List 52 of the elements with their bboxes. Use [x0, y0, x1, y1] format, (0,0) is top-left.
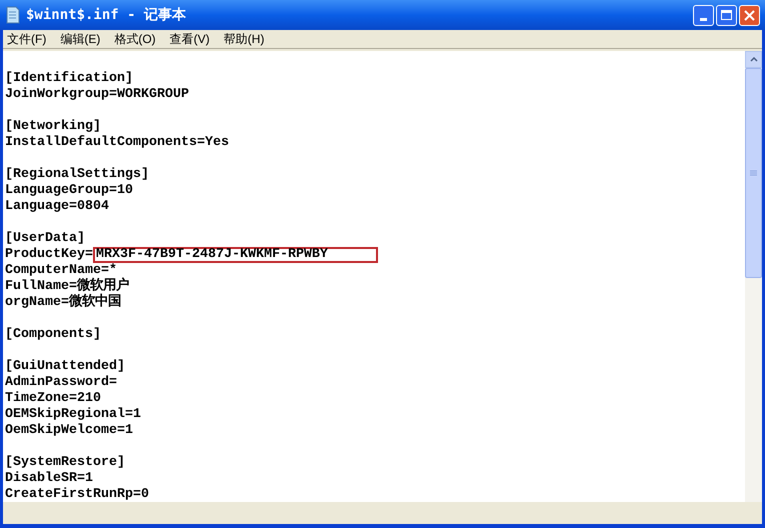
section-header: [GuiUnattended]	[5, 359, 125, 375]
section-header: [Identification]	[5, 71, 133, 87]
setting-key: orgName=	[5, 295, 69, 311]
menu-item[interactable]: 帮助(H)	[224, 30, 264, 48]
setting-value: 210	[76, 391, 101, 407]
setting-value: 1	[124, 423, 133, 439]
setting-key: OEMSkipRegional=	[5, 407, 133, 423]
setting-key: ProductKey=	[5, 247, 93, 263]
setting-value: 1	[84, 471, 93, 487]
setting-value: Yes	[204, 135, 229, 151]
section-header: [RegionalSettings]	[5, 167, 149, 183]
setting-key: DisableSR=	[5, 471, 85, 487]
menu-item[interactable]: 编辑(E)	[60, 30, 100, 48]
section-header: [SystemRestore]	[5, 455, 125, 471]
notepad-icon	[5, 6, 21, 24]
setting-key: Language=	[5, 199, 77, 215]
scroll-up-button[interactable]	[745, 51, 762, 68]
setting-key: AdminPassword=	[5, 375, 117, 391]
setting-value: 微软用户	[76, 279, 129, 294]
vertical-scrollbar[interactable]	[745, 51, 762, 502]
setting-value: 1	[132, 407, 141, 423]
text-area[interactable]	[3, 51, 745, 502]
setting-value: 0	[140, 487, 149, 502]
setting-value: WORKGROUP	[116, 87, 189, 103]
setting-value: 微软中国	[69, 295, 121, 311]
maximize-icon	[721, 10, 732, 20]
setting-key: OemSkipWelcome=	[5, 423, 125, 439]
setting-key: CreateFirstRunRp=	[5, 487, 141, 502]
minimize-button[interactable]	[693, 4, 714, 26]
setting-value: 10	[116, 183, 133, 199]
minimize-icon	[700, 18, 707, 20]
setting-key: FullName=	[5, 279, 77, 295]
grip-icon	[750, 170, 757, 176]
scroll-thumb[interactable]	[745, 68, 762, 278]
menu-item[interactable]: 查看(V)	[170, 30, 210, 48]
section-header: [UserData]	[5, 231, 85, 247]
menu-item[interactable]: 文件(F)	[7, 30, 46, 48]
setting-value: *	[108, 263, 117, 278]
setting-key: TimeZone=	[5, 391, 77, 407]
maximize-button[interactable]	[716, 4, 737, 26]
setting-key: ComputerName=	[5, 263, 109, 279]
menu-item[interactable]: 格式(O)	[114, 30, 156, 48]
section-header: [Components]	[5, 327, 101, 343]
close-icon	[744, 10, 755, 20]
setting-key: LanguageGroup=	[5, 183, 117, 199]
highlighted-value: MRX3F-47B9T-2487J-KWKMF-RPWBY	[92, 247, 378, 263]
section-header: [Networking]	[5, 119, 101, 135]
setting-key: InstallDefaultComponents=	[5, 135, 205, 151]
setting-key: JoinWorkgroup=	[5, 87, 117, 103]
setting-value: 0804	[76, 199, 109, 215]
close-button[interactable]	[739, 4, 760, 26]
window-title: $winnt$.inf - 记事本	[26, 6, 188, 24]
